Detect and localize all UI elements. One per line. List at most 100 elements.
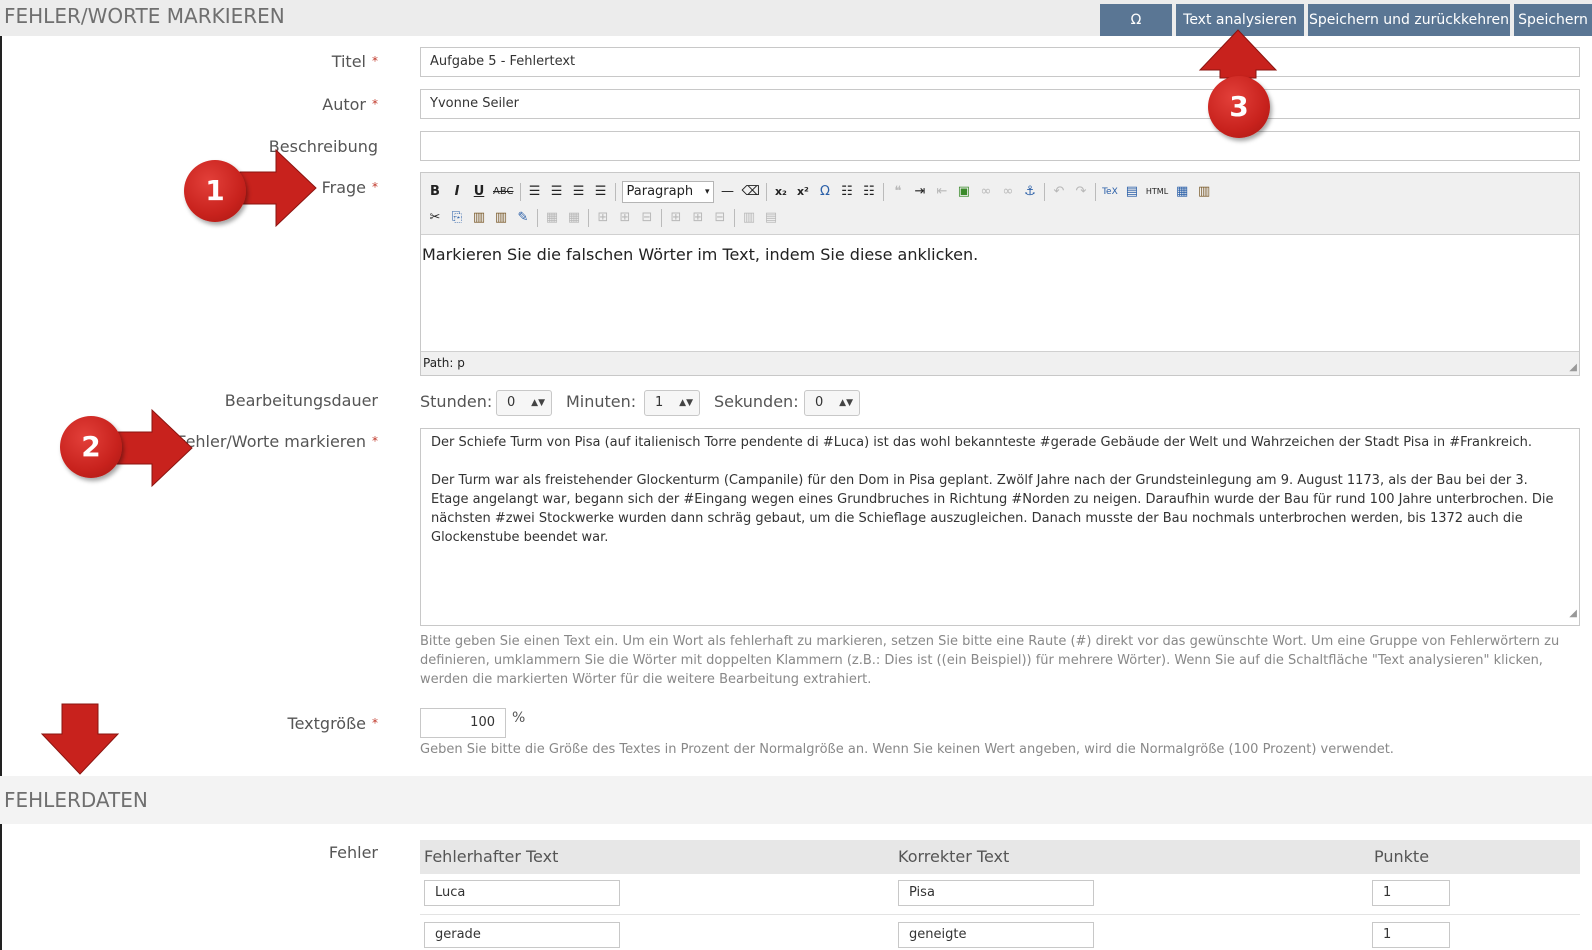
fehler-help-line-1: Bitte geben Sie einen Text ein. Um ein W… — [420, 634, 1560, 649]
editor-path: Path: p — [421, 351, 1579, 375]
resize-handle-icon[interactable]: ◢ — [1569, 362, 1577, 373]
autor-label: Autor * — [322, 95, 378, 114]
wrong-text-input[interactable]: gerade — [424, 922, 620, 948]
percent-unit: % — [512, 710, 526, 726]
wrong-text-input[interactable]: Luca — [424, 880, 620, 906]
points-input[interactable]: 1 — [1372, 880, 1450, 906]
fehlerdaten-section-header: FEHLERDATEN — [0, 776, 1592, 824]
superscript-icon[interactable]: x² — [795, 183, 811, 201]
merge-cells-icon[interactable]: ▤ — [763, 209, 779, 227]
outdent-icon[interactable]: ⇤ — [934, 183, 950, 201]
edit-icon[interactable]: ✎ — [515, 209, 531, 227]
strikethrough-icon[interactable]: ABC — [493, 183, 514, 201]
split-cells-icon[interactable]: ▥ — [741, 209, 757, 227]
eraser-icon[interactable]: ⌫ — [742, 183, 760, 201]
toolbar-separator — [614, 183, 616, 201]
beschreibung-input[interactable] — [420, 131, 1580, 161]
textgroesse-label: Textgröße * — [287, 714, 378, 733]
correct-text-input[interactable]: Pisa — [898, 880, 1094, 906]
arrow-up-icon — [1198, 29, 1278, 79]
html-icon[interactable]: HTML — [1146, 183, 1168, 201]
col-delete-icon[interactable]: ⊟ — [712, 209, 728, 227]
marker-2: 2 — [60, 416, 122, 478]
row-divider — [420, 914, 1580, 915]
correct-text-input[interactable]: geneigte — [898, 922, 1094, 948]
toolbar-row-1: B I U ABC ☰ ☰ ☰ ☰ Paragraph ▾ — ⌫ x₂ x² Ω… — [427, 180, 1218, 204]
save-button[interactable]: Speichern — [1514, 4, 1592, 36]
indent-icon[interactable]: ⇥ — [912, 183, 928, 201]
row-insert-before-icon[interactable]: ⊞ — [595, 209, 611, 227]
table-props-icon[interactable]: ▦ — [566, 209, 582, 227]
stunden-select[interactable]: 0 ▲▼ — [496, 390, 552, 416]
bearbeitungsdauer-label: Bearbeitungsdauer — [224, 391, 378, 410]
unlink-icon[interactable]: ∞ — [1000, 183, 1016, 201]
sekunden-label: Sekunden: — [714, 392, 799, 411]
textarea-paragraph-1: Der Schiefe Turm von Pisa (auf italienis… — [431, 435, 1532, 450]
editor-content[interactable]: Markieren Sie die falschen Wörter im Tex… — [421, 235, 1579, 353]
numbered-list-icon[interactable]: ☷ — [861, 183, 877, 201]
undo-icon[interactable]: ↶ — [1051, 183, 1067, 201]
toolbar-separator — [882, 183, 884, 201]
underline-icon[interactable]: U — [471, 183, 487, 201]
minuten-select[interactable]: 1 ▲▼ — [644, 390, 700, 416]
fehler-worte-textarea[interactable]: Der Schiefe Turm von Pisa (auf italienis… — [420, 428, 1580, 626]
fehler-worte-label: Fehler/Worte markieren * — [177, 432, 378, 451]
toolbar-separator — [1094, 183, 1096, 201]
autor-input[interactable]: Yvonne Seiler — [420, 89, 1580, 119]
save-and-return-button[interactable]: Speichern und zurückkehren — [1308, 4, 1510, 36]
arrow-right-icon — [239, 148, 317, 228]
row-delete-icon[interactable]: ⊟ — [639, 209, 655, 227]
col-insert-after-icon[interactable]: ⊞ — [690, 209, 706, 227]
align-center-icon[interactable]: ☰ — [549, 183, 565, 201]
fullscreen-icon[interactable]: ▦ — [1174, 183, 1190, 201]
paste-icon[interactable]: ▥ — [471, 209, 487, 227]
paste-text-icon[interactable]: ▥ — [493, 209, 509, 227]
toolbar-separator — [765, 183, 767, 201]
align-justify-icon[interactable]: ☰ — [593, 183, 609, 201]
points-input[interactable]: 1 — [1372, 922, 1450, 948]
fehler-table-header: Fehlerhafter Text Korrekter Text Punkte — [420, 840, 1580, 874]
updown-icon: ▲▼ — [679, 398, 693, 408]
redo-icon[interactable]: ↷ — [1073, 183, 1089, 201]
minuten-label: Minuten: — [566, 392, 637, 411]
paragraph-format-select[interactable]: Paragraph ▾ — [621, 181, 714, 203]
resize-handle-icon[interactable]: ◢ — [1569, 604, 1577, 623]
titel-label: Titel * — [331, 52, 378, 71]
row-insert-after-icon[interactable]: ⊞ — [617, 209, 633, 227]
horizontal-rule-icon[interactable]: — — [720, 183, 736, 201]
updown-icon: ▲▼ — [531, 398, 545, 408]
bold-icon[interactable]: B — [427, 183, 443, 201]
sekunden-select[interactable]: 0 ▲▼ — [804, 390, 860, 416]
cut-icon[interactable]: ✂ — [427, 209, 443, 227]
table-icon[interactable]: ▦ — [544, 209, 560, 227]
align-right-icon[interactable]: ☰ — [571, 183, 587, 201]
marker-1: 1 — [184, 160, 246, 222]
tex-icon[interactable]: TeX — [1102, 183, 1118, 201]
frage-rich-text-editor: B I U ABC ☰ ☰ ☰ ☰ Paragraph ▾ — ⌫ x₂ x² Ω… — [420, 172, 1580, 376]
bullet-list-icon[interactable]: ☷ — [839, 183, 855, 201]
special-chars-button[interactable]: Ω — [1100, 4, 1172, 36]
align-left-icon[interactable]: ☰ — [527, 183, 543, 201]
marker-3: 3 — [1208, 76, 1270, 138]
toolbar-separator — [519, 183, 521, 201]
paste-word-icon[interactable]: ▥ — [1196, 183, 1212, 201]
italic-icon[interactable]: I — [449, 183, 465, 201]
textgroesse-input[interactable]: 100 — [420, 708, 506, 738]
col-insert-before-icon[interactable]: ⊞ — [668, 209, 684, 227]
copy-icon[interactable]: ⎘ — [449, 209, 465, 227]
section-title: FEHLERDATEN — [4, 788, 148, 812]
link-icon[interactable]: ∞ — [978, 183, 994, 201]
textarea-paragraph-2: Der Turm war als freistehender Glockentu… — [431, 473, 1554, 545]
toolbar-separator — [734, 209, 735, 227]
fehler-help-line-2: definieren, umklammern Sie die Wörter mi… — [420, 653, 1543, 668]
blockquote-icon[interactable]: ❝ — [890, 183, 906, 201]
media-icon[interactable]: ▤ — [1124, 183, 1140, 201]
toolbar-row-2: ✂ ⎘ ▥ ▥ ✎ ▦ ▦ ⊞ ⊞ ⊟ ⊞ ⊞ ⊟ ▥ ▤ — [427, 206, 785, 230]
image-icon[interactable]: ▣ — [956, 183, 972, 201]
anchor-icon[interactable]: ⚓ — [1022, 183, 1038, 201]
subscript-icon[interactable]: x₂ — [773, 183, 789, 201]
omega-icon[interactable]: Ω — [817, 183, 833, 201]
page-title: FEHLER/WORTE MARKIEREN — [4, 4, 285, 28]
titel-input[interactable]: Aufgabe 5 - Fehlertext — [420, 47, 1580, 77]
column-header-correct: Korrekter Text — [898, 847, 1010, 866]
